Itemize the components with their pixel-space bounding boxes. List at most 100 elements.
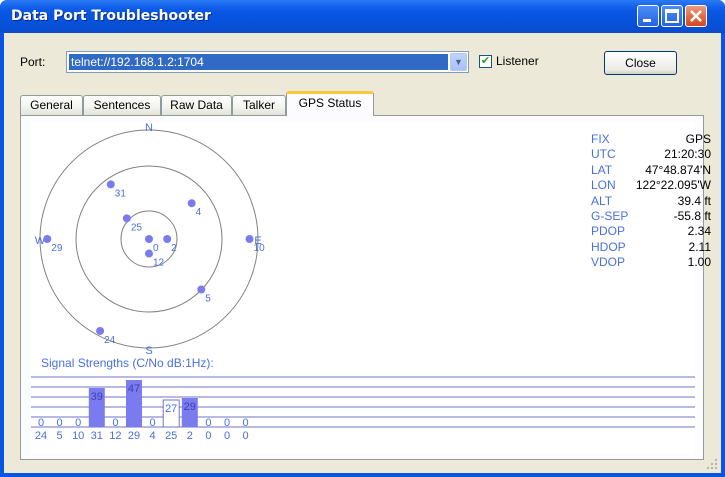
tab-sentences[interactable]: Sentences [83, 95, 161, 115]
listener-checkbox[interactable]: ✔ [479, 55, 492, 68]
signal-value-label: 0 [112, 417, 118, 429]
maximize-icon [665, 9, 679, 23]
info-key: HDOP [591, 239, 626, 254]
satellite-marker [187, 199, 196, 208]
signal-value-label: 29 [184, 401, 196, 413]
signal-value-label: 0 [224, 417, 230, 429]
sky-plot: N S E W 03142529 10212245 [35, 122, 265, 354]
satellite-marker [245, 235, 254, 243]
maximize-button[interactable] [661, 5, 683, 27]
satellite-marker [163, 235, 172, 243]
tab-general[interactable]: General [20, 95, 83, 115]
info-row-vdop: VDOP 1.00 [591, 255, 711, 270]
info-value: 2.11 [688, 239, 711, 254]
info-value: 1.00 [687, 255, 711, 270]
close-window-button[interactable] [685, 5, 707, 27]
signal-prn-label: 25 [165, 430, 177, 442]
gps-status-content: N S E W 0 31 4 25 29 10 2 12 24 5 FIX GPS UTC 21:20… [31, 122, 711, 453]
satellite-label: 2 [171, 243, 177, 254]
info-row-lon: LON 122°22.095'W [591, 178, 711, 193]
info-row-alt: ALT 39.4 ft [591, 194, 711, 209]
tab-gps-status[interactable]: GPS Status [286, 91, 374, 116]
signal-value-label: 0 [75, 417, 81, 429]
satellite-marker [197, 285, 206, 294]
info-row-lat: LAT 47°48.874'N [591, 163, 711, 178]
listener-label[interactable]: Listener [496, 54, 539, 68]
resize-grip-icon[interactable] [706, 458, 718, 470]
satellite-marker [43, 235, 52, 243]
port-value: telnet://192.168.1.2:1704 [69, 54, 448, 70]
satellite-label: 12 [153, 258, 165, 269]
satellite-marker [145, 249, 153, 258]
info-value: 122°22.095'W [635, 178, 711, 193]
satellite-label: 29 [51, 243, 63, 254]
signal-prn-label: 12 [109, 430, 121, 442]
info-row-gsep: G-SEP -55.8 ft [591, 209, 711, 224]
chevron-down-icon[interactable]: ▼ [450, 53, 467, 71]
fix-info: FIX GPS UTC 21:20:30 LAT 47°48.874'N LON 122… [591, 132, 711, 271]
signal-prn-label: 0 [205, 430, 211, 442]
minimize-button[interactable] [637, 5, 659, 27]
close-icon [690, 10, 702, 22]
signal-value-label: 0 [243, 417, 249, 429]
info-value: 39.4 ft [677, 193, 711, 208]
signal-value-label: 27 [165, 403, 177, 415]
title-bar[interactable]: Data Port Troubleshooter [0, 0, 725, 33]
signal-prn-label: 31 [91, 430, 103, 442]
satellite-label: 0 [153, 243, 159, 254]
satellite-marker [96, 326, 105, 335]
info-value: 47°48.874'N [645, 162, 711, 177]
north-label: N [145, 122, 153, 134]
signal-title: Signal Strengths (C/No dB:1Hz): [41, 356, 214, 370]
signal-value-label: 0 [57, 417, 63, 429]
signal-value-label: 0 [150, 417, 156, 429]
signal-value-label: 0 [205, 417, 211, 429]
tab-raw-data[interactable]: Raw Data [161, 95, 232, 115]
port-dropdown[interactable]: telnet://192.168.1.2:1704 ▼ [66, 51, 469, 73]
window-title: Data Port Troubleshooter [11, 8, 211, 24]
satellite-marker [145, 235, 153, 243]
info-key: LAT [591, 162, 613, 177]
info-row-fix: FIX GPS [591, 132, 711, 147]
satellite-label: 25 [131, 222, 143, 233]
satellite-label: 10 [254, 243, 266, 254]
port-label: Port: [20, 55, 46, 69]
info-value: 21:20:30 [664, 147, 711, 162]
info-row-hdop: HDOP 2.11 [591, 240, 711, 255]
signal-value-label: 47 [128, 383, 140, 395]
satellite-label: 5 [205, 293, 211, 304]
info-key: ALT [591, 193, 613, 208]
gps-status-panel: N S E W 0 31 4 25 29 10 2 12 24 5 FIX GPS UTC 21:20… [20, 115, 711, 460]
signal-prn-label: 29 [128, 430, 140, 442]
signal-prn-label: 10 [72, 430, 84, 442]
satellite-label: 4 [196, 207, 202, 218]
info-key: FIX [591, 132, 610, 146]
signal-value-label: 39 [91, 391, 103, 403]
info-key: G-SEP [591, 208, 629, 223]
signal-value-label: 0 [38, 417, 44, 429]
signal-prn-label: 0 [243, 430, 249, 442]
info-row-pdop: PDOP 2.34 [591, 224, 711, 239]
dialog-body: Port: telnet://192.168.1.2:1704 ▼ ✔ List… [4, 33, 721, 473]
signal-prn-label: 24 [35, 430, 47, 442]
tab-talker[interactable]: Talker [232, 95, 286, 115]
info-row-utc: UTC 21:20:30 [591, 147, 711, 162]
info-value: 2.34 [687, 224, 711, 239]
signal-prn-label: 0 [224, 430, 230, 442]
info-value: -55.8 ft [673, 208, 711, 223]
info-key: LON [591, 178, 616, 193]
signal-prn-label: 5 [57, 430, 63, 442]
info-value: GPS [685, 132, 711, 146]
close-button[interactable]: Close [604, 51, 677, 75]
signal-prn-label: 4 [150, 430, 156, 442]
signal-bars: 0240501039310124729042725292000000 [35, 380, 249, 442]
satellites: 0 31 4 25 29 10 2 12 24 5 [43, 180, 265, 346]
signal-chart: 0240501039310124729042725292000000 [31, 376, 695, 442]
window: Data Port Troubleshooter Port: telnet://… [0, 0, 725, 477]
signal-prn-label: 2 [187, 430, 193, 442]
south-label: S [145, 345, 152, 354]
satellite-label: 24 [104, 335, 116, 346]
info-key: VDOP [591, 255, 626, 270]
satellite-marker [106, 180, 115, 189]
satellite-label: 31 [115, 188, 127, 199]
